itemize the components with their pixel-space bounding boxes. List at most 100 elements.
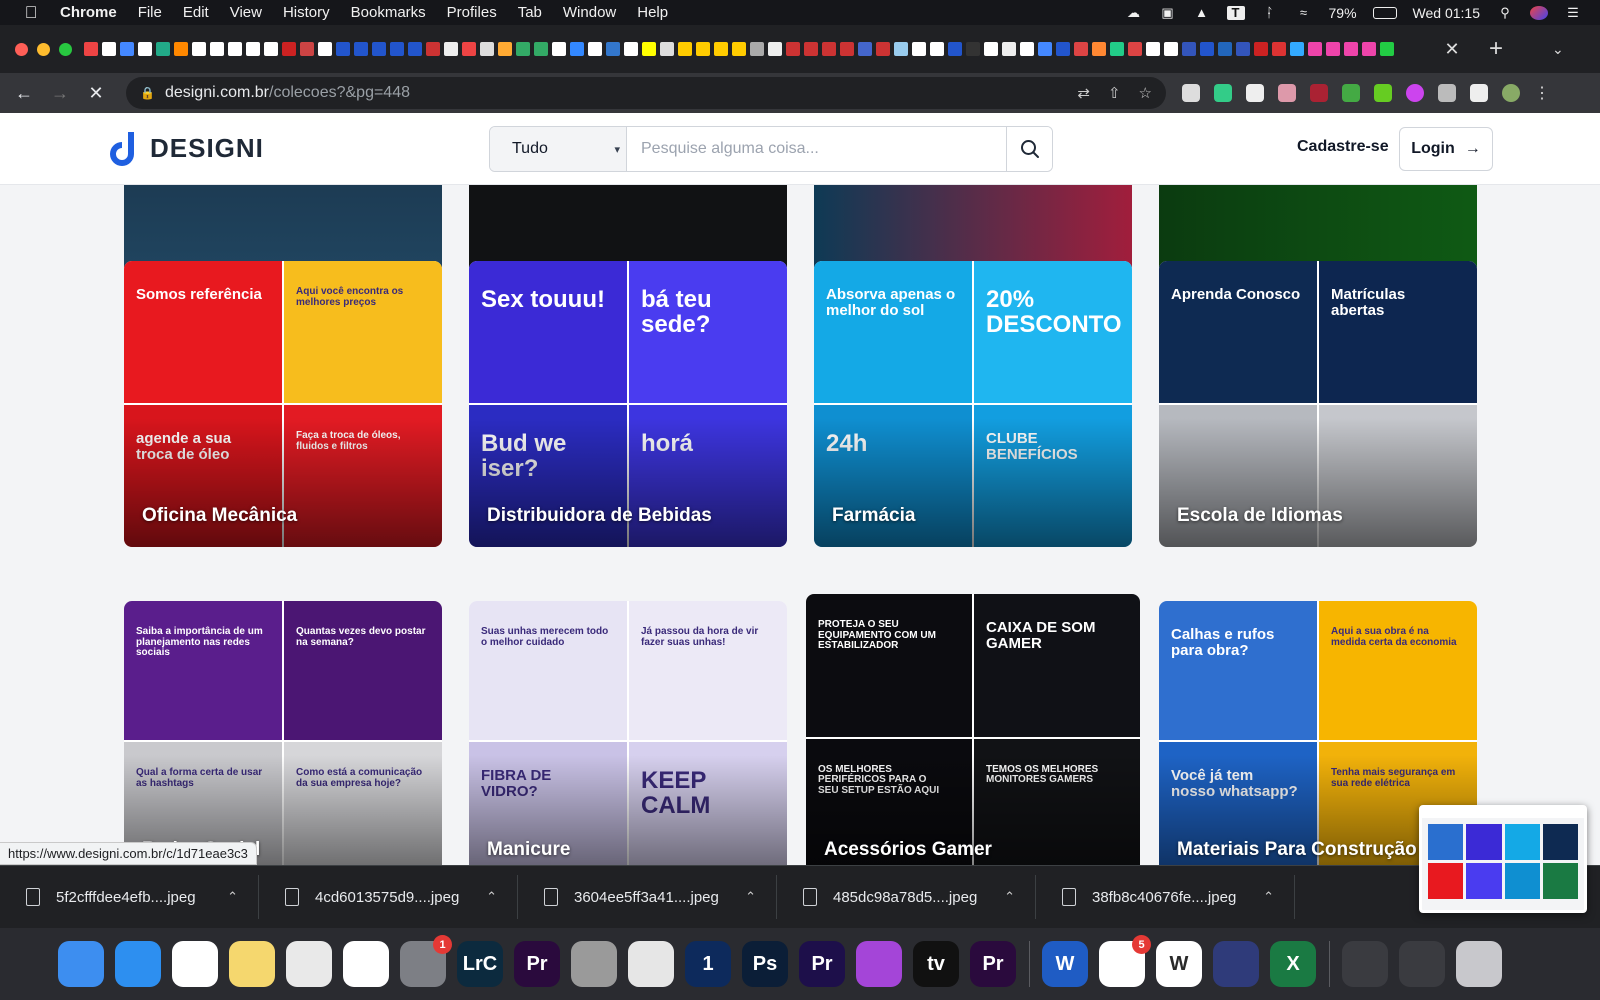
tab-favicon-icon[interactable] — [840, 42, 854, 56]
tab-favicon-icon[interactable] — [1146, 42, 1160, 56]
tab-favicon-icon[interactable] — [354, 42, 368, 56]
tab-favicon-icon[interactable] — [102, 42, 116, 56]
wrike-icon[interactable]: W — [1156, 941, 1202, 987]
bookmark-star-icon[interactable]: ☆ — [1139, 84, 1152, 102]
excel-icon[interactable]: X — [1270, 941, 1316, 987]
search-category-select[interactable]: Tudo ▾ — [490, 127, 627, 171]
tab-favicon-icon[interactable] — [858, 42, 872, 56]
address-bar[interactable]: 🔒 designi.com.br /colecoes?&pg=448 ⇄ ⇧ ☆ — [126, 77, 1166, 109]
designi-logo[interactable]: DESIGNI — [106, 130, 264, 166]
framer-icon[interactable] — [1213, 941, 1259, 987]
text-tool-icon[interactable]: T — [1226, 5, 1245, 20]
tab-favicon-icon[interactable] — [84, 42, 98, 56]
chevron-up-icon[interactable]: ⌃ — [745, 889, 756, 905]
pinned-tab-favicons[interactable] — [84, 39, 1424, 59]
tab-favicon-icon[interactable] — [1218, 42, 1232, 56]
1password-icon[interactable]: 1 — [685, 941, 731, 987]
tab-favicon-icon[interactable] — [1290, 42, 1304, 56]
menubar-clock[interactable]: Wed 01:15 — [1413, 5, 1480, 21]
tab-favicon-icon[interactable] — [948, 42, 962, 56]
tab-favicon-icon[interactable] — [1326, 42, 1340, 56]
tab-favicon-icon[interactable] — [678, 42, 692, 56]
tab-favicon-icon[interactable] — [606, 42, 620, 56]
system-preferences-icon[interactable]: 1 — [400, 935, 452, 987]
chevron-up-icon[interactable]: ⌃ — [227, 889, 238, 905]
premiere-pro-icon[interactable]: Pr — [514, 941, 560, 987]
photos-icon[interactable] — [343, 941, 389, 987]
login-button[interactable]: Login → — [1399, 127, 1493, 171]
tab-favicon-icon[interactable] — [1344, 42, 1358, 56]
tab-search-chevron-icon[interactable]: ⌄ — [1552, 41, 1564, 58]
tab-favicon-icon[interactable] — [624, 42, 638, 56]
collection-card[interactable]: Somos referência Aqui você encontra os me… — [124, 261, 442, 547]
chevron-up-icon[interactable]: ⌃ — [1004, 889, 1015, 905]
tab-favicon-icon[interactable] — [894, 42, 908, 56]
extension-chart-icon[interactable] — [1214, 84, 1232, 102]
tab-favicon-icon[interactable] — [210, 42, 224, 56]
finder-icon[interactable] — [58, 941, 104, 987]
tab-favicon-icon[interactable] — [642, 42, 656, 56]
tab-favicon-icon[interactable] — [714, 42, 728, 56]
tab-favicon-icon[interactable] — [984, 42, 998, 56]
word-icon[interactable]: W — [1042, 941, 1088, 987]
menu-file[interactable]: File — [138, 4, 162, 21]
search-input[interactable] — [627, 127, 1006, 171]
apple-tv-icon[interactable]: tv — [913, 941, 959, 987]
extension-download-icon[interactable] — [1374, 84, 1392, 102]
extension-hand-icon[interactable] — [1278, 84, 1296, 102]
extension-green-icon[interactable] — [1342, 84, 1360, 102]
zoom-window-icon[interactable] — [59, 42, 72, 56]
tab-favicon-icon[interactable] — [120, 42, 134, 56]
mountain-icon[interactable]: ▲ — [1193, 5, 1211, 20]
side-panel-icon[interactable] — [1470, 84, 1488, 102]
download-item[interactable]: 5f2cfffdee4efb....jpeg ⌃ — [0, 875, 259, 919]
tab-favicon-icon[interactable] — [588, 42, 602, 56]
tab-favicon-icon[interactable] — [480, 42, 494, 56]
menu-window[interactable]: Window — [563, 4, 616, 21]
collection-card[interactable]: Suas unhas merecem todo o melhor cuidado… — [469, 601, 787, 865]
menu-profiles[interactable]: Profiles — [447, 4, 497, 21]
collection-card[interactable]: Saiba a importância de um planejamento n… — [124, 601, 442, 865]
wifi-icon[interactable]: ≈ — [1295, 5, 1313, 20]
tab-favicon-icon[interactable] — [1308, 42, 1322, 56]
preview-icon[interactable] — [628, 941, 674, 987]
chevron-up-icon[interactable]: ⌃ — [486, 889, 497, 905]
tab-favicon-icon[interactable] — [1272, 42, 1286, 56]
spotlight-search-icon[interactable]: ⚲ — [1496, 5, 1514, 20]
tab-favicon-icon[interactable] — [552, 42, 566, 56]
tab-favicon-icon[interactable] — [318, 42, 332, 56]
siri-icon[interactable] — [1530, 5, 1548, 20]
tab-favicon-icon[interactable] — [570, 42, 584, 56]
bluetooth-icon[interactable]: ᛛ — [1261, 5, 1279, 20]
tab-favicon-icon[interactable] — [228, 42, 242, 56]
close-tab-icon[interactable]: ✕ — [1442, 39, 1462, 60]
translate-icon[interactable]: ⇄ — [1077, 84, 1090, 102]
downloads-stack-icon[interactable] — [1399, 941, 1445, 987]
menu-edit[interactable]: Edit — [183, 4, 209, 21]
tab-favicon-icon[interactable] — [336, 42, 350, 56]
tab-favicon-icon[interactable] — [156, 42, 170, 56]
tab-favicon-icon[interactable] — [516, 42, 530, 56]
chrome-icon[interactable] — [172, 941, 218, 987]
tab-favicon-icon[interactable] — [1254, 42, 1268, 56]
tab-favicon-icon[interactable] — [1380, 42, 1394, 56]
tab-favicon-icon[interactable] — [786, 42, 800, 56]
tab-favicon-icon[interactable] — [138, 42, 152, 56]
tab-favicon-icon[interactable] — [246, 42, 260, 56]
tab-favicon-icon[interactable] — [966, 42, 980, 56]
collection-card[interactable]: Absorva apenas o melhor do sol 20% DESCON… — [814, 261, 1132, 547]
tab-favicon-icon[interactable] — [1164, 42, 1178, 56]
profile-avatar[interactable] — [1502, 84, 1520, 102]
download-item[interactable]: 485dc98a78d5....jpeg ⌃ — [777, 875, 1036, 919]
tab-favicon-icon[interactable] — [426, 42, 440, 56]
tab-favicon-icon[interactable] — [192, 42, 206, 56]
menu-view[interactable]: View — [230, 4, 262, 21]
tab-favicon-icon[interactable] — [408, 42, 422, 56]
download-item[interactable]: 3604ee5ff3a41....jpeg ⌃ — [518, 875, 777, 919]
tab-favicon-icon[interactable] — [534, 42, 548, 56]
tab-favicon-icon[interactable] — [912, 42, 926, 56]
new-tab-icon[interactable]: + — [1484, 35, 1508, 63]
tab-favicon-icon[interactable] — [822, 42, 836, 56]
no-entry-app-icon[interactable] — [571, 941, 617, 987]
tab-favicon-icon[interactable] — [300, 42, 314, 56]
